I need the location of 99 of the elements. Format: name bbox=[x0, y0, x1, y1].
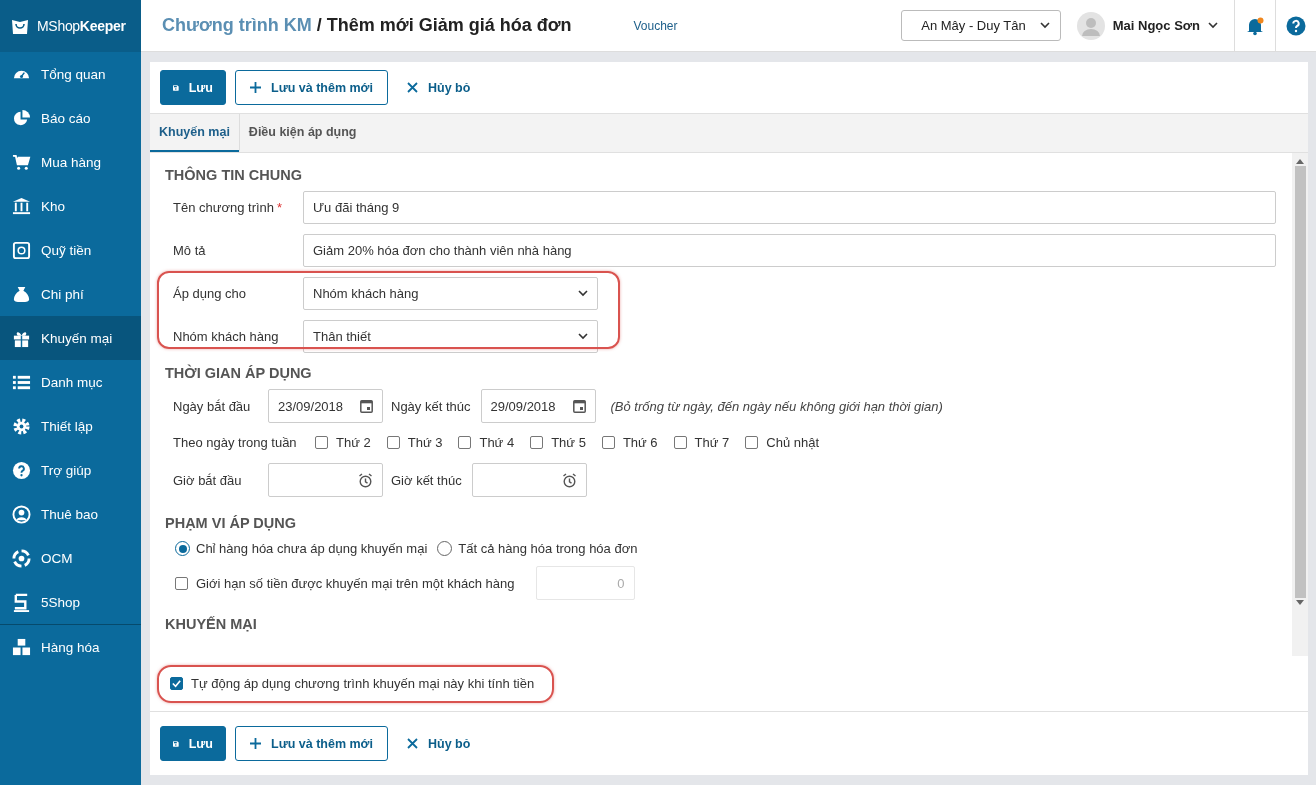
radio-label: Chỉ hàng hóa chưa áp dụng khuyến mại bbox=[196, 541, 428, 556]
calendar-icon bbox=[572, 399, 586, 413]
pie-chart-icon bbox=[12, 108, 31, 128]
breadcrumb-link[interactable]: Chương trình KM bbox=[162, 15, 312, 36]
tab[interactable]: Điều kiện áp dụng bbox=[238, 114, 366, 152]
checkbox-label: Thứ 7 bbox=[694, 435, 730, 450]
sidebar-item[interactable]: 5Shop bbox=[0, 580, 141, 624]
checkbox[interactable] bbox=[458, 436, 472, 449]
field-label: Theo ngày trong tuần bbox=[173, 435, 298, 450]
caret-icon bbox=[1039, 22, 1050, 29]
swirl-icon bbox=[12, 548, 31, 568]
field-label: Giờ bắt đầu bbox=[173, 472, 243, 488]
s-logo-icon bbox=[12, 592, 31, 612]
boxes-icon bbox=[12, 637, 31, 657]
sidebar-item[interactable]: Mua hàng bbox=[0, 140, 141, 184]
help-icon[interactable] bbox=[1286, 15, 1306, 36]
avatar-icon bbox=[1076, 11, 1105, 40]
checkbox-label: Thứ 4 bbox=[479, 435, 515, 450]
field-label: Ngày bắt đầu bbox=[173, 398, 252, 414]
checkbox-label: Chủ nhật bbox=[766, 435, 820, 450]
safe-icon bbox=[12, 240, 31, 260]
sidebar-item[interactable]: Thiết lập bbox=[0, 404, 141, 448]
sidebar-item[interactable]: Quỹ tiền bbox=[0, 228, 141, 272]
checkbox-label: Thứ 3 bbox=[407, 435, 443, 450]
checkbox[interactable] bbox=[530, 436, 544, 449]
time-field[interactable] bbox=[471, 463, 587, 497]
sidebar-item[interactable]: Trợ giúp bbox=[0, 448, 141, 492]
section-heading: KHUYẾN MẠI bbox=[165, 616, 258, 632]
sidebar-item[interactable]: Khuyến mại bbox=[0, 316, 141, 360]
hint-text: (Bỏ trống từ ngày, đến ngày nếu không giới hạn thời gian) bbox=[610, 398, 943, 414]
checkbox-label: Tự động áp dụng chương trình khuyến mại này khi tính tiền bbox=[191, 676, 535, 691]
scrollbar[interactable] bbox=[1292, 153, 1308, 656]
scroll-up-arrow-icon[interactable] bbox=[1296, 158, 1304, 164]
calendar-icon bbox=[360, 399, 373, 413]
gear-icon bbox=[12, 416, 31, 436]
checkbox-label: Thứ 5 bbox=[551, 435, 586, 450]
close-icon bbox=[407, 82, 418, 93]
user-icon bbox=[12, 504, 31, 524]
date-field[interactable]: 29/09/2018 bbox=[480, 389, 596, 423]
cancel-button[interactable]: Hủy bỏ bbox=[397, 70, 481, 105]
select-field[interactable]: Nhóm khách hàng bbox=[303, 277, 598, 310]
store-dropdown[interactable]: An Mây - Duy Tân bbox=[900, 10, 1061, 41]
save-and-new-button[interactable]: Lưu và thêm mới bbox=[235, 70, 388, 105]
voucher-link[interactable]: Voucher bbox=[633, 18, 678, 33]
input-field[interactable]: Ưu đãi tháng 9 bbox=[303, 191, 1276, 224]
bank-icon bbox=[12, 196, 31, 216]
sidebar-item[interactable]: Tổng quan bbox=[0, 52, 141, 96]
cart-icon bbox=[12, 152, 31, 172]
sidebar-item[interactable]: Hàng hóa bbox=[0, 625, 141, 669]
save-button[interactable]: Lưu bbox=[160, 70, 226, 105]
sidebar-item[interactable]: OCM bbox=[0, 536, 141, 580]
field-label: Tên chương trình * bbox=[173, 200, 284, 215]
money-bag-icon bbox=[12, 284, 31, 304]
field-label: Giờ kết thúc bbox=[391, 472, 462, 488]
field-label: Nhóm khách hàng bbox=[173, 329, 280, 344]
cancel-button[interactable]: Hủy bỏ bbox=[397, 726, 481, 761]
section-heading: THỜI GIAN ÁP DỤNG bbox=[165, 365, 313, 381]
checkbox[interactable] bbox=[745, 436, 759, 449]
section-heading: PHẠM VI ÁP DỤNG bbox=[165, 515, 298, 531]
time-field[interactable] bbox=[268, 463, 383, 497]
checkbox[interactable] bbox=[386, 436, 400, 449]
radio-label: Tất cả hàng hóa trong hóa đơn bbox=[458, 541, 638, 556]
plus-icon bbox=[250, 82, 261, 93]
sidebar-item[interactable]: Danh mục bbox=[0, 360, 141, 404]
alarm-clock-icon bbox=[561, 472, 577, 488]
sidebar-item[interactable]: Kho bbox=[0, 184, 141, 228]
sidebar-item[interactable]: Chi phí bbox=[0, 272, 141, 316]
date-field[interactable]: 23/09/2018 bbox=[268, 389, 383, 423]
app-logo: MShopKeeper bbox=[37, 18, 126, 34]
save-button[interactable]: Lưu bbox=[160, 726, 226, 761]
section-heading: THÔNG TIN CHUNG bbox=[165, 167, 303, 183]
sidebar-item[interactable]: Thuê bao bbox=[0, 492, 141, 536]
save-and-new-button[interactable]: Lưu và thêm mới bbox=[235, 726, 388, 761]
checkbox[interactable] bbox=[170, 677, 183, 690]
checkbox[interactable] bbox=[601, 436, 615, 449]
checkbox-label: Thứ 2 bbox=[336, 435, 371, 450]
checkbox-label: Giới hạn số tiền được khuyến mại trên một khách hàng bbox=[196, 575, 515, 591]
alarm-clock-icon bbox=[358, 472, 373, 488]
input-field[interactable]: Giảm 20% hóa đơn cho thành viên nhà hàng bbox=[303, 234, 1276, 267]
breadcrumb-separator: / bbox=[316, 15, 322, 36]
page-title: Thêm mới Giảm giá hóa đơn bbox=[326, 15, 572, 36]
help-icon bbox=[12, 460, 31, 480]
caret-icon bbox=[578, 333, 588, 340]
bell-icon[interactable] bbox=[1245, 15, 1265, 36]
checkbox-label: Thứ 6 bbox=[622, 435, 658, 450]
tab[interactable]: Khuyến mại bbox=[150, 114, 239, 152]
sidebar-item[interactable]: Báo cáo bbox=[0, 96, 141, 140]
scroll-down-arrow-icon[interactable] bbox=[1296, 600, 1304, 606]
close-icon bbox=[407, 738, 418, 749]
checkbox[interactable] bbox=[673, 436, 687, 449]
field-label: Ngày kết thúc bbox=[391, 398, 471, 414]
select-field[interactable]: Thân thiết bbox=[303, 320, 598, 353]
caret-icon bbox=[1208, 22, 1218, 29]
checkbox[interactable] bbox=[315, 436, 328, 449]
field-label: Mô tả bbox=[173, 243, 207, 258]
field-label: Áp dụng cho bbox=[173, 286, 247, 301]
plus-icon bbox=[250, 738, 261, 749]
user-menu[interactable]: Mai Ngọc Sơn bbox=[1076, 11, 1218, 40]
caret-icon bbox=[578, 290, 588, 297]
